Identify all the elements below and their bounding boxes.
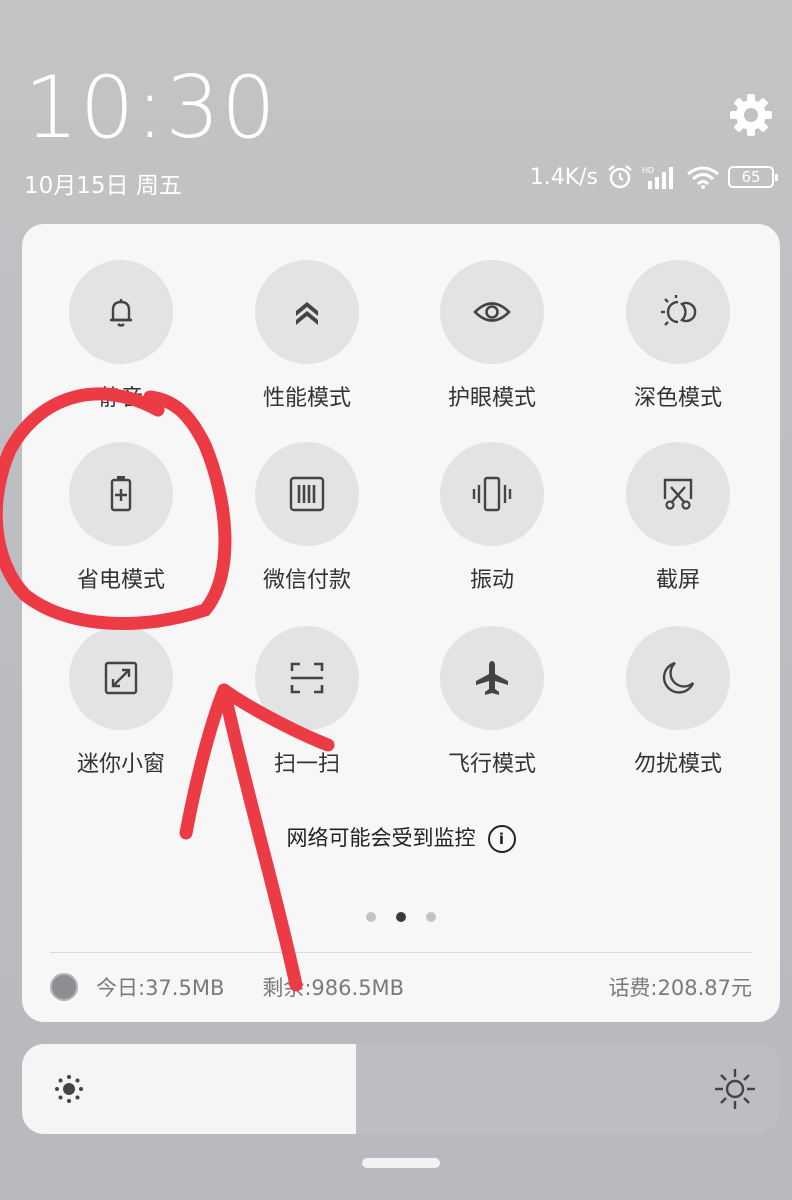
tile-label: 静音 (98, 386, 143, 411)
sun-moon-icon (626, 260, 730, 364)
battery-saver-icon (69, 442, 173, 546)
tile-performance-mode[interactable]: 性能模式 (215, 260, 399, 412)
drag-handle[interactable] (362, 1158, 440, 1168)
net-speed: 1.4K/s (529, 164, 598, 190)
tile-battery-saver[interactable]: 省电模式 (29, 442, 213, 594)
alarm-icon (606, 164, 634, 190)
tile-label: 扫一扫 (273, 752, 340, 777)
tile-silent[interactable]: 静音 (29, 260, 213, 412)
tile-dark-mode[interactable]: 深色模式 (586, 260, 770, 412)
data-usage-icon (50, 973, 78, 1001)
date-label: 10月15日 周五 (24, 173, 182, 199)
tile-label: 省电模式 (76, 568, 165, 593)
divider (50, 952, 752, 953)
tile-eye-protection[interactable]: 护眼模式 (400, 260, 584, 412)
mini-window-icon (69, 626, 173, 730)
tile-vibrate[interactable]: 振动 (400, 442, 584, 594)
notice-text: 网络可能会受到监控 (286, 826, 476, 850)
performance-icon (255, 260, 359, 364)
vibrate-icon (440, 442, 544, 546)
network-monitor-notice: 网络可能会受到监控 i (22, 822, 780, 853)
svg-text:HD: HD (642, 166, 654, 175)
eye-icon (440, 260, 544, 364)
bell-icon (69, 260, 173, 364)
tile-label: 深色模式 (633, 386, 722, 411)
tile-label: 勿扰模式 (633, 752, 722, 777)
remaining-data: 剩余:986.5MB (262, 976, 405, 1000)
page-indicator (22, 912, 780, 922)
clock: 10:30 (24, 58, 277, 158)
data-usage-bar[interactable]: 今日:37.5MB 剩余:986.5MB 话费:208.87元 (50, 972, 752, 1002)
tile-wechat-pay[interactable]: 微信付款 (215, 442, 399, 594)
tile-do-not-disturb[interactable]: 勿扰模式 (586, 626, 770, 778)
today-usage: 今日:37.5MB (96, 976, 225, 1000)
tile-label: 振动 (469, 568, 514, 593)
tile-scan[interactable]: 扫一扫 (215, 626, 399, 778)
moon-icon (626, 626, 730, 730)
status-icons: 1.4K/s HD 65 (529, 164, 778, 190)
wechat-pay-icon (255, 442, 359, 546)
tile-screenshot[interactable]: 截屏 (586, 442, 770, 594)
page-dot[interactable] (366, 912, 376, 922)
brightness-slider[interactable] (22, 1044, 780, 1134)
tile-label: 飞行模式 (447, 752, 536, 777)
airplane-icon (440, 626, 544, 730)
tile-airplane-mode[interactable]: 飞行模式 (400, 626, 584, 778)
battery-icon: 65 (728, 166, 778, 188)
brightness-low-icon (52, 1072, 86, 1110)
screenshot-icon (626, 442, 730, 546)
tile-label: 护眼模式 (447, 386, 536, 411)
page-dot-active[interactable] (396, 912, 406, 922)
signal-icon: HD (642, 165, 678, 189)
phone-fee: 话费:208.87元 (608, 976, 752, 1000)
info-icon[interactable]: i (487, 825, 516, 853)
gear-icon[interactable] (728, 92, 774, 138)
tile-label: 性能模式 (262, 386, 351, 411)
brightness-high-icon (712, 1066, 758, 1116)
quick-settings-panel: 静音 性能模式 护眼模式 深色模式 省电模式 微信付款 振动 截屏 迷你小窗 扫… (22, 224, 780, 1022)
tile-label: 微信付款 (262, 568, 351, 593)
tile-label: 截屏 (655, 568, 700, 593)
page-dot[interactable] (426, 912, 436, 922)
wifi-icon (686, 165, 720, 189)
scan-icon (255, 626, 359, 730)
tile-label: 迷你小窗 (76, 752, 165, 777)
tile-mini-window[interactable]: 迷你小窗 (29, 626, 213, 778)
